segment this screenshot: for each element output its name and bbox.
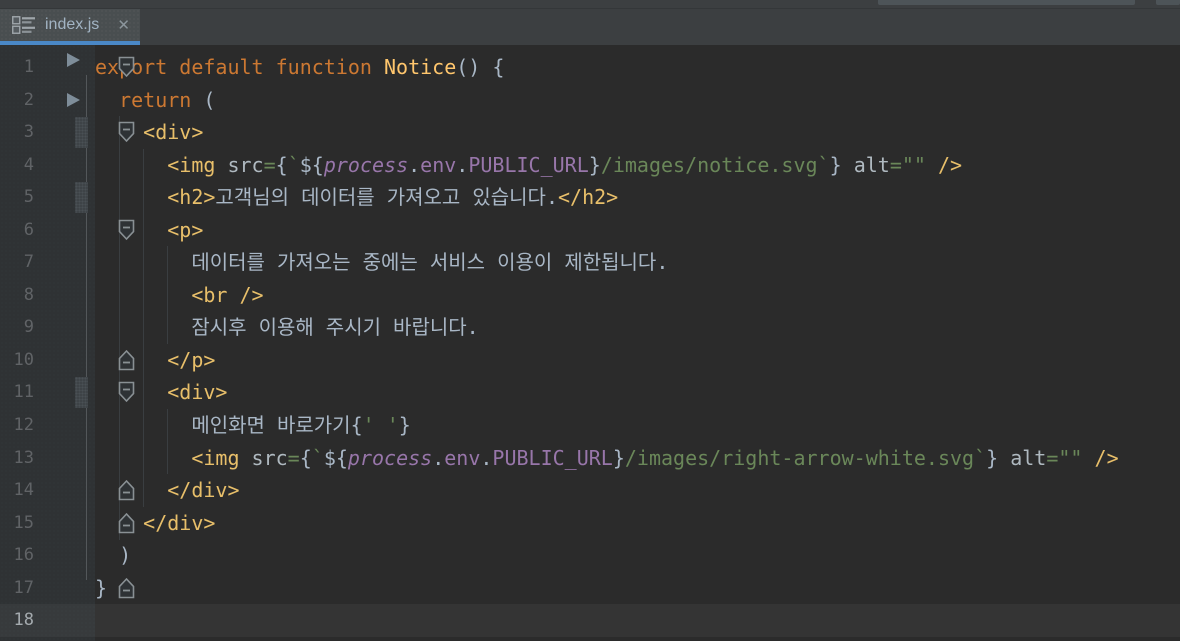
gutter-cell [40, 214, 95, 247]
code-line[interactable]: return ( [95, 84, 1180, 117]
code-line[interactable]: } [95, 572, 1180, 605]
code-line[interactable]: 데이터를 가져오는 중에는 서비스 이용이 제한됩니다. [95, 246, 1180, 279]
vcs-change-marker [75, 182, 88, 213]
code-line[interactable]: <div> [95, 376, 1180, 409]
line-number[interactable]: 17 [0, 572, 40, 605]
fold-close-icon[interactable] [118, 479, 135, 501]
code-line-row: 4 <img src={`${process.env.PUBLIC_URL}/i… [0, 149, 1180, 182]
code-line[interactable]: </div> [95, 474, 1180, 507]
gutter-cell [40, 474, 95, 507]
code-line[interactable]: </p> [95, 344, 1180, 377]
code-line-row: 3 <div> [0, 116, 1180, 149]
code-line[interactable]: </div> [95, 507, 1180, 540]
gutter-cell [40, 376, 95, 409]
code-area: 1export default function Notice() {2 ret… [0, 45, 1180, 637]
editor-tab-bar: index.js ✕ [0, 9, 1180, 45]
fold-close-icon[interactable] [118, 577, 135, 599]
vcs-change-marker [75, 117, 88, 148]
code-line[interactable]: <h2>고객님의 데이터를 가져오고 있습니다.</h2> [95, 181, 1180, 214]
line-number[interactable]: 5 [0, 181, 40, 214]
line-number[interactable]: 15 [0, 507, 40, 540]
line-number[interactable]: 4 [0, 149, 40, 182]
titlebar [0, 0, 1180, 9]
gutter-cell [40, 409, 95, 442]
line-number[interactable]: 1 [0, 51, 40, 84]
line-number[interactable]: 13 [0, 442, 40, 475]
line-number[interactable]: 12 [0, 409, 40, 442]
code-line[interactable]: <img src={`${process.env.PUBLIC_URL}/ima… [95, 442, 1180, 475]
toolbar-button-fragment [878, 0, 1135, 5]
line-number[interactable]: 2 [0, 84, 40, 117]
code-line-row: 2 return ( [0, 84, 1180, 117]
code-line[interactable]: ) [95, 539, 1180, 572]
gutter-arrow-icon [67, 53, 80, 67]
line-number[interactable]: 6 [0, 214, 40, 247]
gutter-cell [40, 116, 95, 149]
fold-open-icon[interactable] [118, 381, 135, 403]
line-number[interactable]: 9 [0, 311, 40, 344]
code-line[interactable]: export default function Notice() { [95, 51, 1180, 84]
fold-open-icon[interactable] [118, 121, 135, 143]
gutter-cell [40, 279, 95, 312]
code-line-row: 14 </div> [0, 474, 1180, 507]
line-number[interactable]: 10 [0, 344, 40, 377]
gutter-cell [40, 149, 95, 182]
code-line-row: 6 <p> [0, 214, 1180, 247]
code-line[interactable]: 메인화면 바로가기{' '} [95, 409, 1180, 442]
code-line[interactable]: <img src={`${process.env.PUBLIC_URL}/ima… [95, 149, 1180, 182]
code-line-row: 8 <br /> [0, 279, 1180, 312]
code-line-row: 17} [0, 572, 1180, 605]
code-line-row: 12 메인화면 바로가기{' '} [0, 409, 1180, 442]
gutter-cell [40, 344, 95, 377]
code-line[interactable] [95, 604, 1180, 637]
tab-index-js[interactable]: index.js ✕ [0, 9, 140, 45]
gutter-cell [40, 572, 95, 605]
code-line-row: 7 데이터를 가져오는 중에는 서비스 이용이 제한됩니다. [0, 246, 1180, 279]
code-line[interactable]: <div> [95, 116, 1180, 149]
code-line-row: 16 ) [0, 539, 1180, 572]
ide-window: index.js ✕ 1 export default function Noti… [0, 0, 1180, 641]
fold-close-icon[interactable] [118, 349, 135, 371]
gutter-cell [40, 539, 95, 572]
code-line-row: 18 [0, 604, 1180, 637]
line-number[interactable]: 18 [0, 604, 40, 637]
line-number[interactable]: 16 [0, 539, 40, 572]
code-line-row: 13 <img src={`${process.env.PUBLIC_URL}/… [0, 442, 1180, 475]
code-line[interactable]: 잠시후 이용해 주시기 바랍니다. [95, 311, 1180, 344]
tab-close-icon[interactable]: ✕ [117, 16, 130, 34]
gutter-cell [40, 246, 95, 279]
code-line-row: 1 export default function Notice() { [0, 51, 1180, 84]
line-number[interactable]: 11 [0, 376, 40, 409]
gutter-cell [40, 181, 95, 214]
code-editor[interactable]: 1export default function Notice() {2 ret… [0, 45, 1180, 641]
gutter-cell [40, 507, 95, 540]
js-file-icon [12, 15, 36, 35]
code-line-row: 10 </p> [0, 344, 1180, 377]
code-line-row: 5 <h2>고객님의 데이터를 가져오고 있습니다.</h2> [0, 181, 1180, 214]
gutter-cell [40, 84, 95, 117]
gutter-arrow-icon [67, 93, 80, 107]
line-number[interactable]: 8 [0, 279, 40, 312]
line-number[interactable]: 7 [0, 246, 40, 279]
toolbar-button-fragment [1156, 0, 1180, 5]
code-line[interactable]: <p> [95, 214, 1180, 247]
code-line-row: 15 </div> [0, 507, 1180, 540]
line-number[interactable]: 3 [0, 116, 40, 149]
code-line-row: 11 <div> [0, 376, 1180, 409]
tab-title: index.js [45, 16, 99, 34]
fold-open-icon[interactable] [118, 219, 135, 241]
code-line[interactable]: <br /> [95, 279, 1180, 312]
gutter-cell [40, 604, 95, 637]
gutter-cell [40, 442, 95, 475]
gutter-cell [40, 311, 95, 344]
gutter-cell [40, 51, 95, 84]
vcs-change-marker [75, 377, 88, 408]
line-number[interactable]: 14 [0, 474, 40, 507]
fold-close-icon[interactable] [118, 512, 135, 534]
fold-open-icon[interactable] [118, 56, 135, 78]
code-line-row: 9 잠시후 이용해 주시기 바랍니다. [0, 311, 1180, 344]
